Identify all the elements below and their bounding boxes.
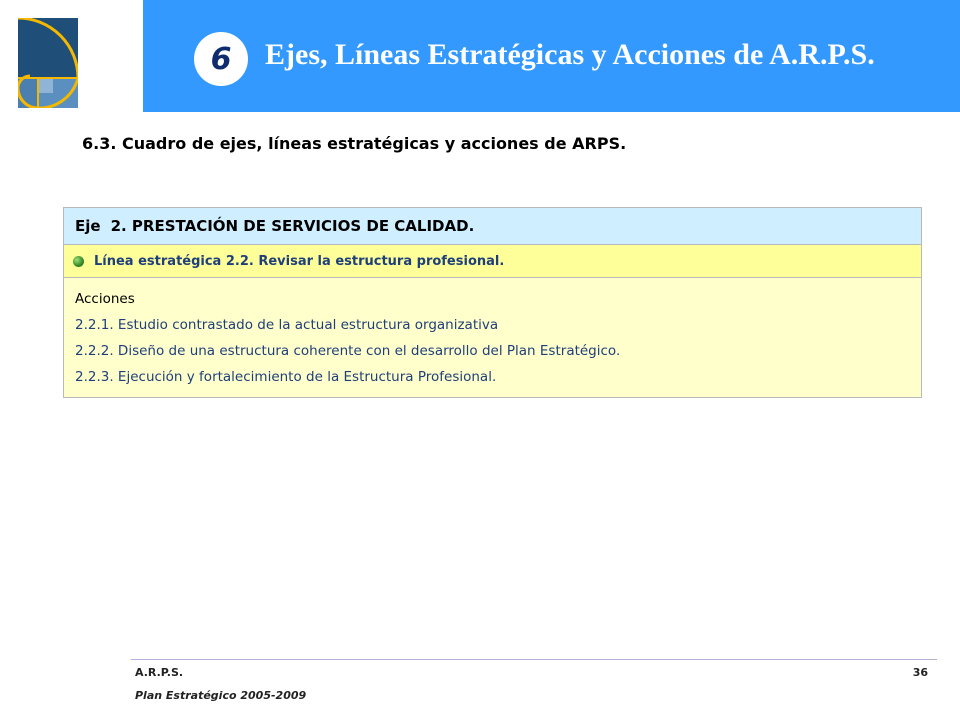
footer-divider — [131, 659, 937, 660]
page-number: 36 — [912, 666, 928, 679]
linea-row: Línea estratégica 2.2. Revisar la estruc… — [64, 245, 921, 278]
chapter-number-badge: 6 — [194, 32, 248, 86]
logo — [16, 16, 80, 110]
green-bullet-icon — [73, 255, 84, 267]
accion-item: 2.2.2. Diseño de una estructura coherent… — [75, 343, 621, 359]
acciones-header: Acciones — [75, 291, 135, 307]
page-title: Ejes, Líneas Estratégicas y Acciones de … — [265, 38, 875, 71]
acciones-row: Acciones 2.2.1. Estudio contrastado de l… — [64, 278, 921, 397]
accion-item: 2.2.1. Estudio contrastado de la actual … — [75, 317, 499, 333]
eje-row: Eje 2. PRESTACIÓN DE SERVICIOS DE CALIDA… — [64, 208, 921, 245]
linea-text: Línea estratégica 2.2. Revisar la estruc… — [94, 253, 505, 269]
golden-spiral-logo-icon — [16, 16, 80, 110]
accion-item: 2.2.3. Ejecución y fortalecimiento de la… — [75, 369, 497, 385]
axes-table: Eje 2. PRESTACIÓN DE SERVICIOS DE CALIDA… — [63, 207, 922, 398]
eje-text: 2. PRESTACIÓN DE SERVICIOS DE CALIDAD. — [110, 217, 475, 235]
eje-label: Eje — [75, 217, 101, 235]
footer-org: A.R.P.S. — [135, 666, 184, 679]
section-title: 6.3. Cuadro de ejes, líneas estratégicas… — [82, 134, 627, 153]
footer-plan: Plan Estratégico 2005-2009 — [135, 689, 307, 702]
